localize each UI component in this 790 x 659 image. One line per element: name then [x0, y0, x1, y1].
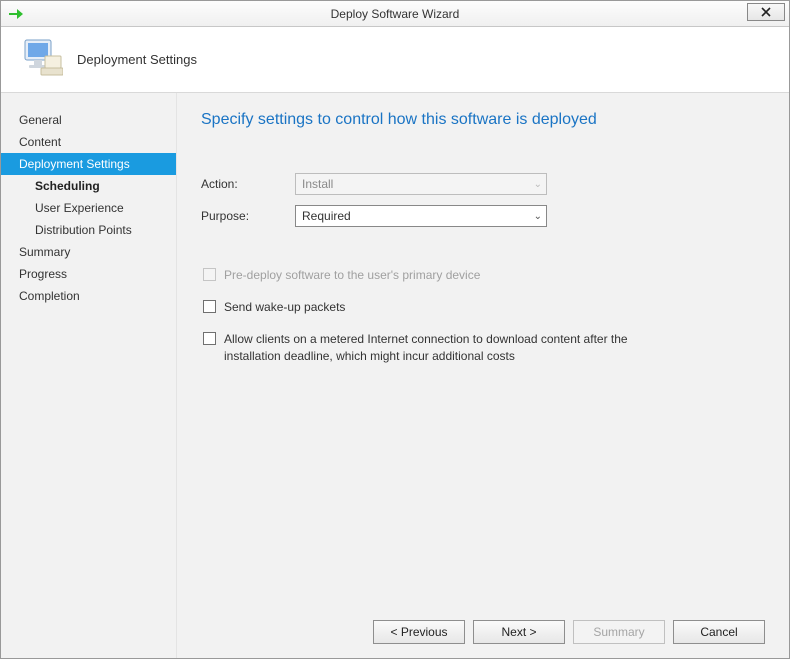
sidebar-item-summary[interactable]: Summary [1, 241, 176, 263]
computer-icon [19, 38, 63, 81]
summary-button: Summary [573, 620, 665, 644]
sidebar-item-progress[interactable]: Progress [1, 263, 176, 285]
sidebar: General Content Deployment Settings Sche… [1, 93, 177, 658]
page-heading: Deployment Settings [77, 52, 197, 67]
metered-checkbox-row[interactable]: Allow clients on a metered Internet conn… [203, 331, 663, 363]
purpose-select[interactable]: Required ⌄ [295, 205, 547, 227]
sidebar-item-general[interactable]: General [1, 109, 176, 131]
sidebar-item-user-experience[interactable]: User Experience [1, 197, 176, 219]
action-value: Install [302, 177, 333, 191]
checkbox-icon [203, 268, 216, 281]
close-button[interactable] [747, 3, 785, 21]
purpose-label: Purpose: [201, 209, 295, 223]
wakeup-label: Send wake-up packets [224, 299, 345, 315]
predeploy-checkbox-row: Pre-deploy software to the user's primar… [203, 267, 663, 283]
page-title: Specify settings to control how this sof… [201, 111, 761, 129]
chevron-down-icon: ⌄ [534, 179, 542, 190]
checkbox-icon [203, 300, 216, 313]
window-title: Deploy Software Wizard [1, 7, 789, 21]
sidebar-item-deployment-settings[interactable]: Deployment Settings [1, 153, 176, 175]
sidebar-item-completion[interactable]: Completion [1, 285, 176, 307]
metered-label: Allow clients on a metered Internet conn… [224, 331, 663, 363]
main-panel: Specify settings to control how this sof… [177, 93, 789, 658]
sidebar-item-distribution-points[interactable]: Distribution Points [1, 219, 176, 241]
previous-button[interactable]: < Previous [373, 620, 465, 644]
purpose-value: Required [302, 209, 351, 223]
sidebar-item-scheduling[interactable]: Scheduling [1, 175, 176, 197]
action-label: Action: [201, 177, 295, 191]
titlebar: Deploy Software Wizard [1, 1, 789, 27]
cancel-button[interactable]: Cancel [673, 620, 765, 644]
wakeup-checkbox-row[interactable]: Send wake-up packets [203, 299, 663, 315]
footer-buttons: < Previous Next > Summary Cancel [373, 620, 765, 644]
forward-arrow-icon [7, 7, 25, 21]
predeploy-label: Pre-deploy software to the user's primar… [224, 267, 480, 283]
checkbox-icon [203, 332, 216, 345]
next-button[interactable]: Next > [473, 620, 565, 644]
header-band: Deployment Settings [1, 27, 789, 93]
chevron-down-icon: ⌄ [534, 211, 542, 222]
action-select: Install ⌄ [295, 173, 547, 195]
sidebar-item-content[interactable]: Content [1, 131, 176, 153]
